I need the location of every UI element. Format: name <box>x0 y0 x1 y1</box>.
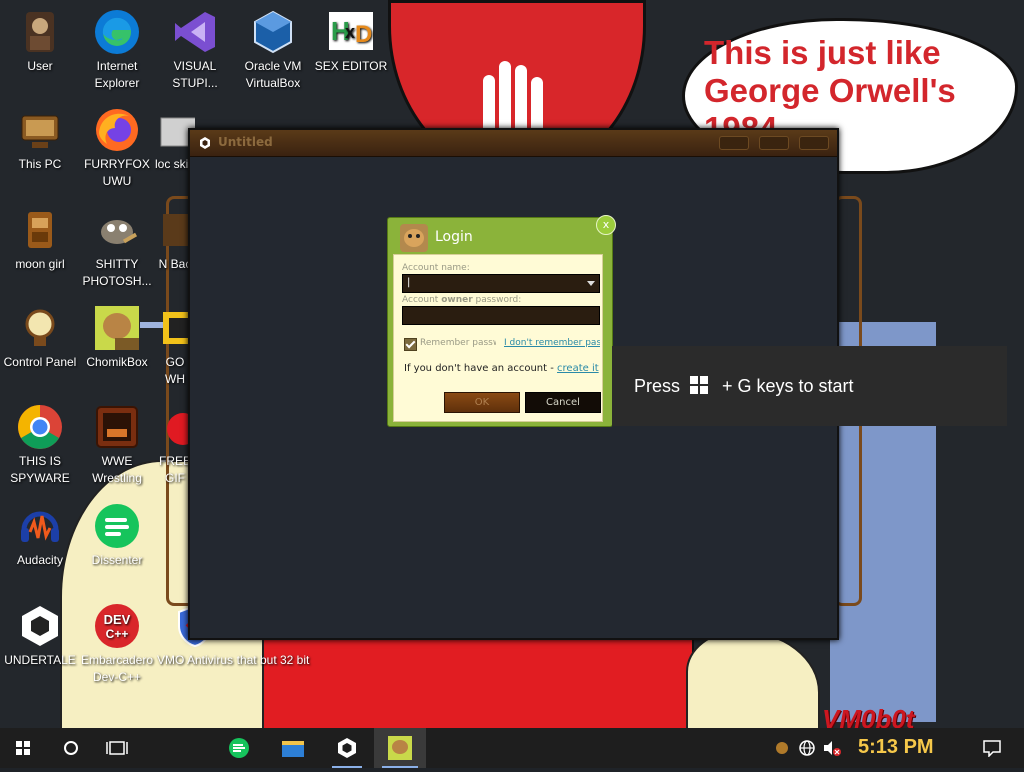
control-panel-icon <box>16 304 64 352</box>
account-name-dropdown[interactable]: | <box>402 274 600 293</box>
toast-keys-label: + G keys to start <box>722 376 854 396</box>
desktop-icon-audacity[interactable]: Audacity <box>0 502 80 569</box>
dissenter-icon <box>229 738 249 758</box>
desktop-icon-wwe-wrestling[interactable]: WWE Wrestling <box>77 403 157 487</box>
wwe-icon <box>93 403 141 451</box>
desktop-icon-user[interactable]: User <box>0 8 80 75</box>
desktop-icon-embarcadero-dev-cpp[interactable]: DEV C++ Embarcadero Dev-C++ <box>77 602 157 686</box>
svg-text:D: D <box>355 21 372 48</box>
chevron-down-icon[interactable] <box>587 281 595 286</box>
start-button[interactable] <box>0 728 46 768</box>
taskbar-chomikbox[interactable] <box>374 728 426 768</box>
desktop-icon-this-is-spyware[interactable]: THIS IS SPYWARE <box>0 403 80 487</box>
create-account-link[interactable]: create it <box>557 363 599 374</box>
this-pc-icon <box>16 106 64 154</box>
desktop-icon-furryfox[interactable]: FURRYFOX UWU <box>77 106 157 190</box>
desktop-icon-dissenter[interactable]: Dissenter <box>77 502 157 569</box>
visual-studio-icon <box>171 8 219 56</box>
taskbar-unity[interactable] <box>324 728 370 768</box>
user-folder-icon <box>16 8 64 56</box>
hxd-hex-editor-icon: HxD <box>327 8 375 56</box>
taskbar: 5:13 PM <box>0 728 1024 768</box>
forgot-password-link[interactable]: I don't remember pas <box>504 338 600 348</box>
close-button[interactable] <box>799 136 829 150</box>
hamster-avatar-icon <box>400 224 428 252</box>
windows-logo-icon <box>16 741 30 755</box>
unity-titlebar[interactable]: Untitled <box>190 130 837 157</box>
edge-browser-icon <box>93 8 141 56</box>
account-name-label: Account name: <box>402 263 470 273</box>
unity-icon <box>338 738 356 758</box>
desktop-icon-chomikbox[interactable]: ChomikBox <box>77 304 157 371</box>
taskbar-clock[interactable]: 5:13 PM <box>858 736 934 759</box>
devcpp-icon: DEV C++ <box>93 602 141 650</box>
desktop-icon-sex-editor[interactable]: HxD SEX EDITOR <box>311 8 391 75</box>
unity-logo-icon <box>200 137 210 149</box>
game-bar-toast: Press + G keys to start <box>612 346 1007 426</box>
svg-text:x: x <box>345 22 355 42</box>
volume-muted-icon[interactable] <box>822 739 842 757</box>
remember-password-label: Remember passw <box>420 338 496 348</box>
notifications-icon[interactable] <box>982 739 1002 757</box>
login-form: Account name: | Account owner password: … <box>393 254 603 422</box>
chrome-icon <box>16 403 64 451</box>
password-label: Account owner password: <box>402 295 522 305</box>
network-globe-icon[interactable] <box>798 739 816 757</box>
folder-icon <box>282 741 304 757</box>
desktop-icon-internet-explorer[interactable]: Internet Explorer <box>77 8 157 92</box>
tray-app-icon[interactable] <box>774 740 790 756</box>
dissenter-icon <box>93 502 141 550</box>
search-icon <box>64 741 78 755</box>
chomikbox-icon <box>93 304 141 352</box>
search-button[interactable] <box>48 728 94 768</box>
toast-press-label: Press <box>634 376 681 396</box>
chomikbox-icon <box>388 736 412 760</box>
svg-text:DEV: DEV <box>104 612 131 627</box>
login-dialog[interactable]: Login x Account name: | Account owner pa… <box>387 215 616 427</box>
desktop-icon-shitty-photoshop[interactable]: SHITTY PHOTOSH... <box>77 206 157 290</box>
maximize-button[interactable] <box>759 136 789 150</box>
virtualbox-icon <box>249 8 297 56</box>
svg-text:C++: C++ <box>106 627 129 641</box>
desktop-icon-oracle-virtualbox[interactable]: Oracle VM VirtualBox <box>233 8 313 92</box>
unity-window-title: Untitled <box>218 135 273 149</box>
login-header[interactable]: Login x <box>388 215 616 254</box>
password-field[interactable] <box>402 306 600 325</box>
desktop-icon-this-pc[interactable]: This PC <box>0 106 80 173</box>
task-view-button[interactable] <box>94 728 140 768</box>
account-name-value: | <box>407 277 411 288</box>
wallpaper-watermark: VM0b0t <box>822 704 915 728</box>
ok-button[interactable]: OK <box>444 392 520 413</box>
desktop-icon-undertale[interactable]: UNDERTALE <box>0 602 80 669</box>
login-title: Login <box>435 229 473 245</box>
unity-icon <box>16 602 64 650</box>
remember-password-checkbox[interactable] <box>404 338 417 351</box>
firefox-icon <box>93 106 141 154</box>
windows-key-icon <box>690 376 708 394</box>
taskbar-dissenter[interactable] <box>216 728 262 768</box>
task-view-icon <box>106 741 128 755</box>
desktop-icon-control-panel[interactable]: Control Panel <box>0 304 80 371</box>
desktop-icon-visual-studio[interactable]: VISUAL STUPI... <box>155 8 235 92</box>
audacity-icon <box>16 502 64 550</box>
moon-girl-icon <box>16 206 64 254</box>
taskbar-file-explorer[interactable] <box>270 728 316 768</box>
desktop-icon-moon-girl[interactable]: moon girl <box>0 206 80 273</box>
signup-prompt: If you don't have an account - create it <box>404 363 599 374</box>
gimp-icon <box>93 206 141 254</box>
cancel-button[interactable]: Cancel <box>525 392 601 413</box>
minimize-button[interactable] <box>719 136 749 150</box>
close-icon[interactable]: x <box>596 215 616 235</box>
